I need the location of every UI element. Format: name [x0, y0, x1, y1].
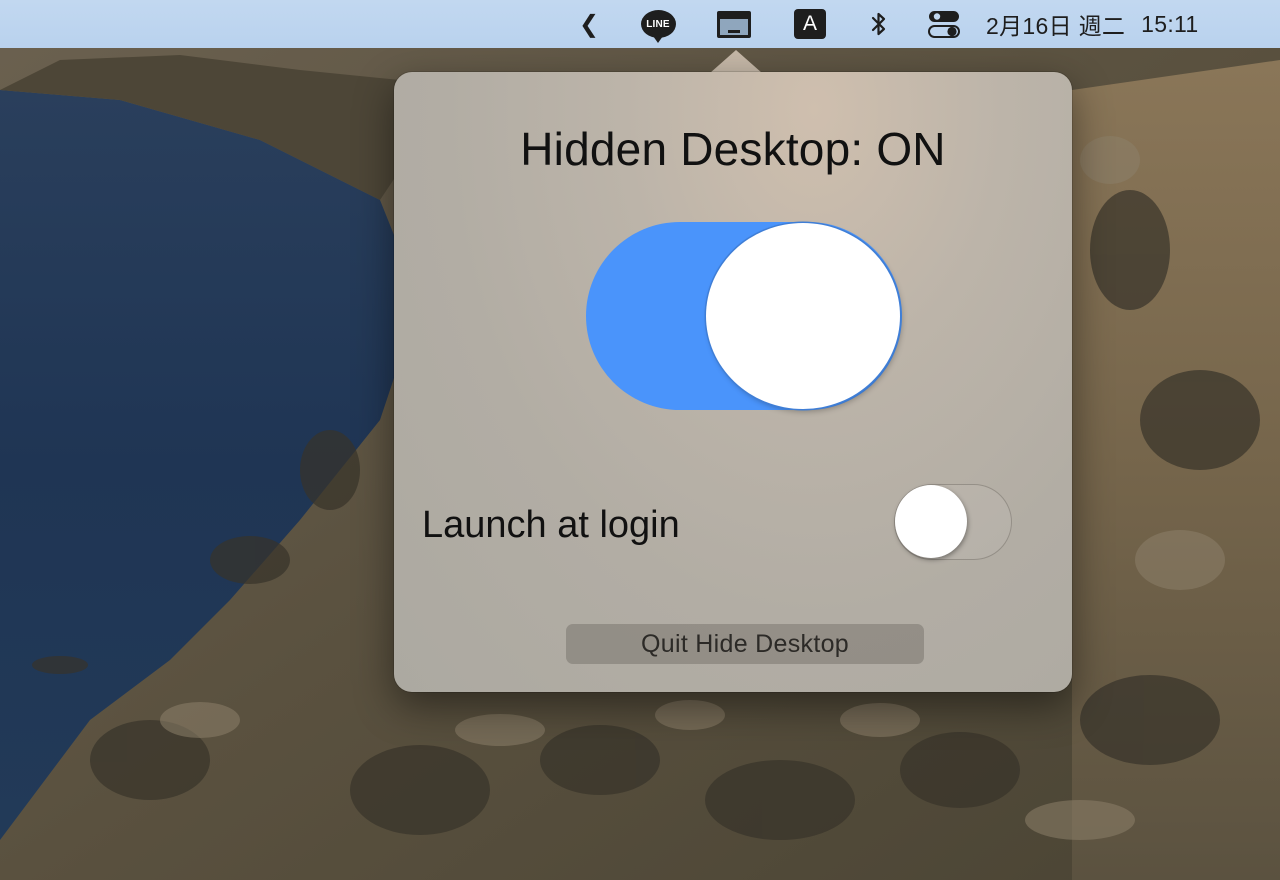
clock-date: 2月16日 週二 [986, 13, 1126, 39]
input-source-label: A [794, 9, 826, 39]
hide-desktop-window-icon[interactable] [712, 0, 756, 48]
hidden-desktop-toggle-knob [706, 223, 900, 409]
line-app-label: LINE [640, 10, 676, 43]
toggles-icon [928, 11, 960, 38]
launch-at-login-toggle[interactable] [894, 484, 1012, 560]
hidden-desktop-toggle[interactable] [586, 222, 902, 410]
launch-at-login-label: Launch at login [422, 504, 680, 546]
quit-button[interactable]: Quit Hide Desktop [566, 624, 924, 664]
menu-clock[interactable]: 2月16日 週二 15:11 [986, 0, 1252, 48]
menu-overflow-chevron-icon[interactable]: ❮ [576, 0, 602, 48]
control-center-icon[interactable] [926, 0, 962, 48]
menu-bar: ❮ LINE A 2月16日 週二 15:11 [0, 0, 1280, 48]
clock-time: 15:11 [1141, 10, 1199, 37]
input-source-icon[interactable]: A [792, 0, 828, 48]
hide-desktop-popover: Hidden Desktop: ON Launch at login Quit … [394, 72, 1072, 692]
popover-arrow [710, 50, 762, 73]
bluetooth-icon[interactable] [864, 0, 894, 48]
launch-at-login-toggle-knob [895, 485, 967, 558]
bluetooth-glyph-icon [871, 12, 886, 36]
window-icon [717, 10, 751, 38]
popover-title: Hidden Desktop: ON [520, 123, 946, 175]
line-app-icon[interactable]: LINE [638, 0, 678, 48]
